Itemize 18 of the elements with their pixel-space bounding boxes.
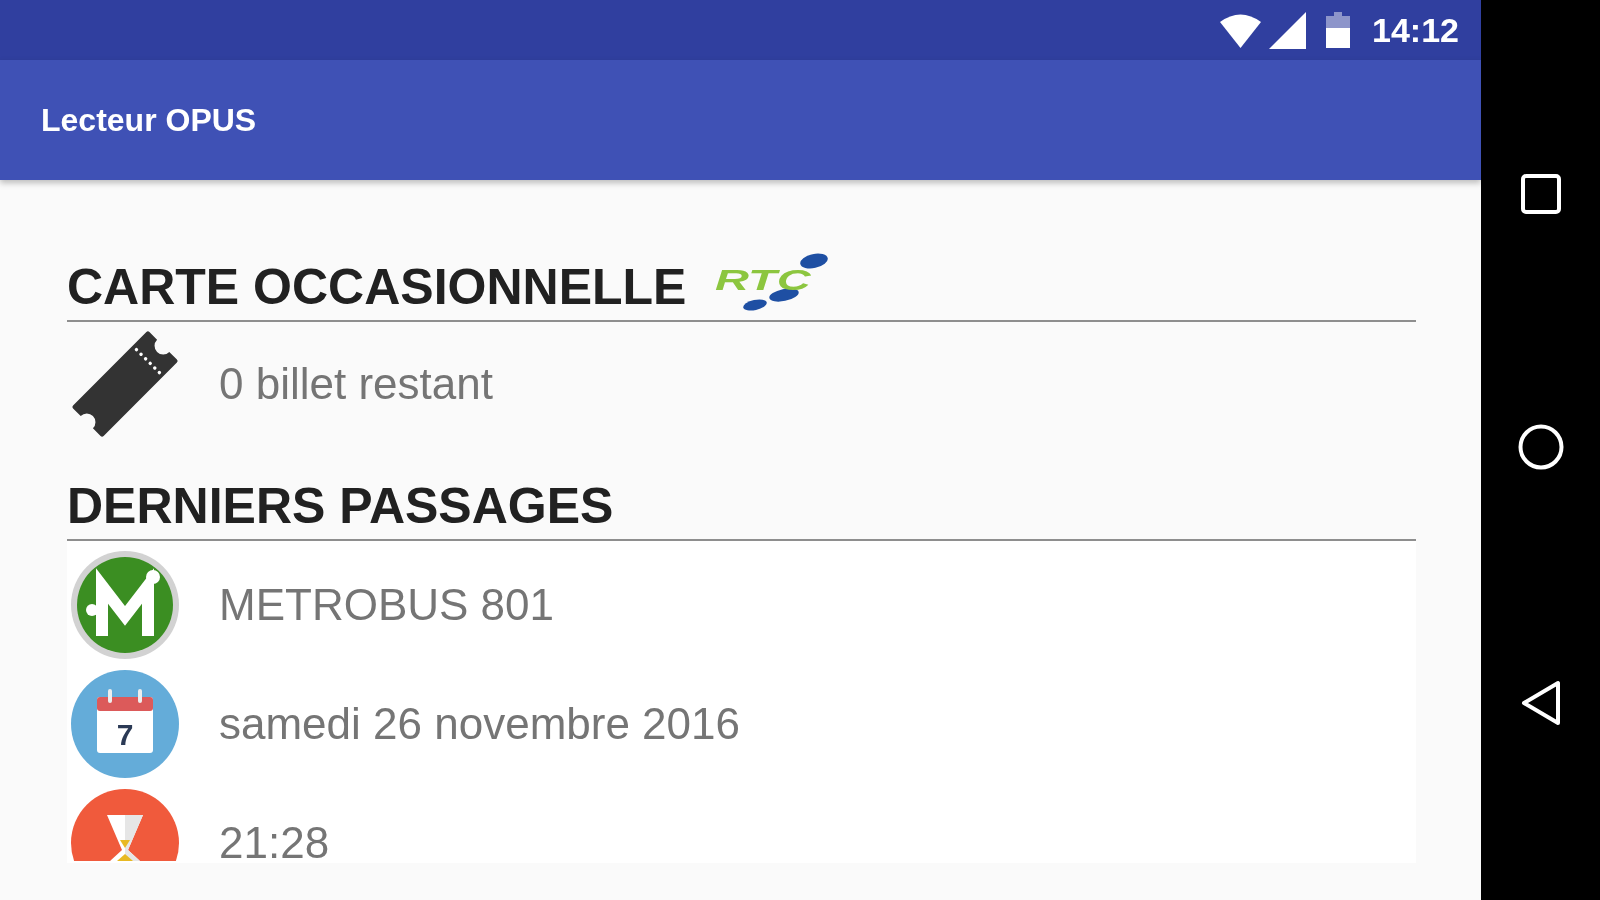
recents-icon: [1520, 174, 1561, 214]
signal-icon: [1269, 11, 1307, 49]
logo: RTC: [713, 253, 835, 312]
ticket-count: 0 billet restant: [219, 364, 493, 404]
home-icon: [1517, 424, 1564, 470]
ticket-icon: [71, 330, 179, 438]
m-badge-icon: [70, 550, 180, 660]
section-heading: DERNIERS PASSAGES: [67, 481, 614, 531]
passage-time: 21:28: [219, 822, 330, 863]
status-time: 14:12: [1372, 13, 1459, 47]
wifi-icon: [1220, 12, 1262, 48]
passage-date: samedi 26 novembre 2016: [219, 703, 740, 744]
app-title: Lecteur OPUS: [41, 104, 257, 136]
back-icon: [1520, 680, 1561, 726]
route-name: METROBUS 801: [219, 584, 554, 625]
section-heading: CARTE OCCASIONNELLE: [67, 262, 687, 312]
calendar-icon: 7: [70, 669, 180, 779]
battery-icon: [1326, 12, 1351, 48]
